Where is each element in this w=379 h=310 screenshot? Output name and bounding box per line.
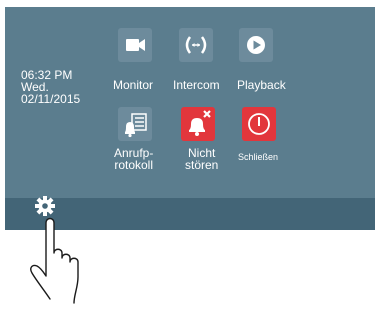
playback-button[interactable] <box>239 28 273 62</box>
playback-label: Playback <box>237 78 286 92</box>
call-log-label: Anrufp- rotokoll <box>114 147 153 171</box>
monitor-button[interactable] <box>118 28 152 62</box>
do-not-disturb-label-line2: stören <box>185 158 219 172</box>
do-not-disturb-button[interactable] <box>181 107 215 141</box>
do-not-disturb-label: Nicht stören <box>185 147 218 171</box>
intercom-screen: 06:32 PM Wed. 02/11/2015 Monitor Interco… <box>5 7 375 230</box>
play-icon <box>247 36 265 54</box>
intercom-button[interactable] <box>179 28 213 62</box>
call-log-button[interactable] <box>118 107 152 141</box>
power-icon <box>248 113 270 135</box>
top-edge <box>5 0 375 7</box>
pointing-hand-icon <box>30 217 79 304</box>
close-label: Schließen <box>238 152 279 162</box>
clock-display: 06:32 PM Wed. 02/11/2015 <box>21 69 80 105</box>
call-log-label-line2: rotokoll <box>114 158 154 172</box>
video-camera-icon <box>126 39 145 51</box>
intercom-label: Intercom <box>173 78 220 92</box>
bell-mute-icon <box>189 110 211 136</box>
intercom-icon <box>185 36 207 54</box>
monitor-label: Monitor <box>113 78 154 92</box>
call-log-icon <box>125 113 147 138</box>
close-button[interactable] <box>242 107 276 141</box>
clock-date: 02/11/2015 <box>21 92 81 106</box>
